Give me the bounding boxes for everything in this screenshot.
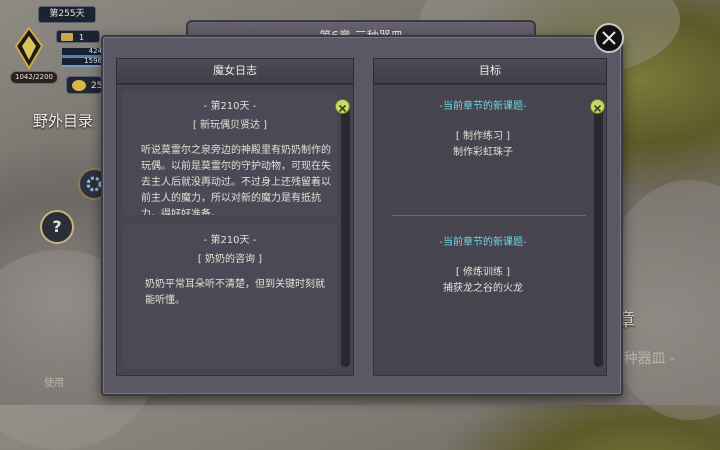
bar-value: 424 xyxy=(88,47,102,55)
entry-title: [ 奶奶的咨询 ] xyxy=(197,254,263,265)
entry-title: [ 新玩偶贝贤达 ] xyxy=(192,120,268,131)
quest-header: -当前章节的新课题- xyxy=(439,237,527,248)
goals-scrollbar[interactable] xyxy=(594,103,603,367)
quest-divider xyxy=(392,215,586,216)
diary-scroll-close-icon[interactable] xyxy=(335,99,350,114)
diary-entry-card: - 第210天 - [ 奶奶的咨询 ] 奶奶平常耳朵听不清楚，但到关键时刻就能听… xyxy=(123,225,337,369)
use-label: 使用 xyxy=(44,378,64,389)
x-icon xyxy=(593,104,602,113)
close-button[interactable] xyxy=(594,23,624,53)
bar-value: 1596 xyxy=(84,57,102,65)
quest-label: [ 制作练习 ] xyxy=(455,131,511,142)
coin-icon xyxy=(72,80,86,91)
resource-bar-2: 1596 xyxy=(62,58,104,67)
entry-day: - 第210天 - xyxy=(203,101,257,112)
close-icon xyxy=(602,31,616,45)
quest-label: [ 修炼训练 ] xyxy=(455,267,511,278)
diary-scrollbar[interactable] xyxy=(341,103,350,367)
help-button[interactable]: ? xyxy=(40,210,74,244)
entry-body: 听说莫雷尔之泉旁边的神殿里有奶奶制作的玩偶。以前是莫雷尔的守护动物，可现在失去主… xyxy=(141,145,331,215)
quest-header: -当前章节的新课题- xyxy=(439,101,527,112)
goals-header: 目标 xyxy=(373,58,607,84)
day-counter: 第255天 xyxy=(38,6,96,23)
quest-name: 捕获龙之谷的火龙 xyxy=(443,283,523,294)
x-icon xyxy=(338,104,347,113)
entry-day: - 第210天 - xyxy=(203,235,257,246)
resource-counter: 1 xyxy=(56,30,100,43)
map-directory-button[interactable]: 野外目录 xyxy=(33,110,93,131)
diary-entry-card: - 第210天 - [ 新玩偶贝贤达 ] 听说莫雷尔之泉旁边的神殿里有奶奶制作的… xyxy=(123,91,337,215)
resource-value: 1 xyxy=(79,33,85,42)
chest-icon xyxy=(61,33,73,41)
quest-name: 制作彩虹珠子 xyxy=(453,147,513,158)
resource-bar-1: 424 xyxy=(62,48,104,57)
goals-content: -当前章节的新课题- [ 制作练习 ] 制作彩虹珠子 -当前章节的新课题- [ … xyxy=(374,85,592,375)
diary-content: - 第210天 - [ 新玩偶贝贤达 ] 听说莫雷尔之泉旁边的神殿里有奶奶制作的… xyxy=(117,85,339,375)
diary-header: 魔女日志 xyxy=(116,58,354,84)
crystal-icon xyxy=(14,26,44,70)
hp-display: 1042/2200 xyxy=(10,71,58,84)
diary-panel[interactable]: - 第210天 - [ 新玩偶贝贤达 ] 听说莫雷尔之泉旁边的神殿里有奶奶制作的… xyxy=(116,84,354,376)
coin-counter[interactable]: 25 xyxy=(66,76,102,94)
entry-body: 奶奶平常耳朵听不清楚，但到关键时刻就能听懂。 xyxy=(145,279,325,306)
goals-scroll-close-icon[interactable] xyxy=(590,99,605,114)
goals-panel[interactable]: -当前章节的新课题- [ 制作练习 ] 制作彩虹珠子 -当前章节的新课题- [ … xyxy=(373,84,607,376)
